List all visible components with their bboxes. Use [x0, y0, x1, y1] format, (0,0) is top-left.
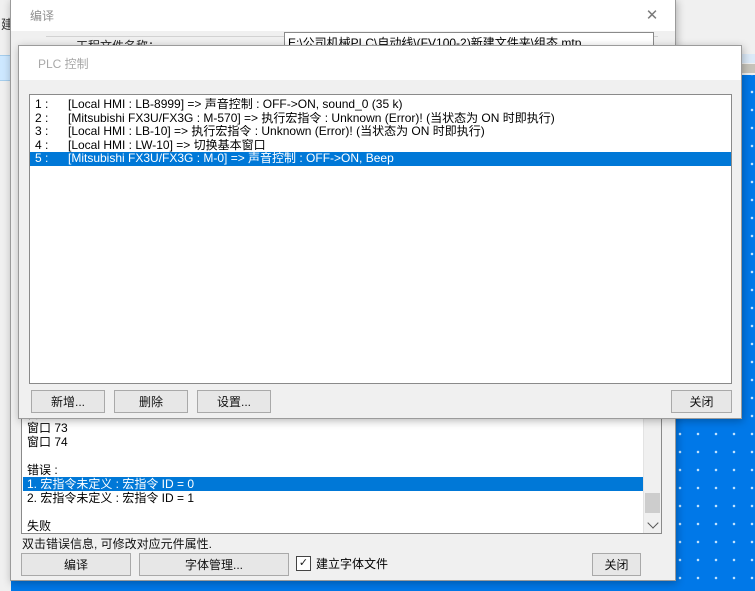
background-window-fragment [741, 64, 755, 73]
left-panel-selection [0, 55, 10, 81]
plc-dialog-titlebar[interactable]: PLC 控制 [19, 46, 741, 80]
plc-dialog-title: PLC 控制 [38, 55, 89, 72]
row-number: 1 : [30, 98, 59, 112]
build-font-file-checkbox-group: ✓ 建立字体文件 [296, 555, 388, 572]
output-line-error[interactable]: 2. 宏指令未定义 : 宏指令 ID = 1 [23, 491, 643, 505]
row-text: [Mitsubishi FX3U/FX3G : M-0] => 声音控制 : O… [59, 152, 731, 166]
row-text: [Local HMI : LB-10] => 执行宏指令 : Unknown (… [59, 125, 731, 139]
left-panel-text-fragment: 建 [1, 14, 10, 30]
compile-button[interactable]: 编译 [21, 553, 131, 576]
plc-control-dialog: PLC 控制 1 :[Local HMI : LB-8999] => 声音控制 … [18, 45, 742, 419]
output-line [23, 449, 643, 463]
row-text: [Mitsubishi FX3U/FX3G : M-570] => 执行宏指令 … [59, 112, 731, 126]
row-text: [Local HMI : LB-8999] => 声音控制 : OFF->ON,… [59, 98, 731, 112]
output-line[interactable]: 窗口 74 [23, 435, 643, 449]
plc-list-row[interactable]: 2 :[Mitsubishi FX3U/FX3G : M-570] => 执行宏… [30, 112, 731, 126]
vertical-scrollbar[interactable] [643, 406, 661, 533]
row-number: 5 : [30, 152, 59, 166]
compile-output-list[interactable]: 窗口 72 窗口 73 窗口 74 错误 : 1. 宏指令未定义 : 宏指令 I… [21, 405, 662, 534]
plc-list-row[interactable]: 4 :[Local HMI : LW-10] => 切换基本窗口 [30, 139, 731, 153]
output-line [23, 505, 643, 519]
row-number: 3 : [30, 125, 59, 139]
plc-close-button[interactable]: 关闭 [671, 390, 732, 413]
error-hint-text: 双击错误信息, 可修改对应元件属性. [22, 535, 212, 552]
left-panel-sliver: 建 [0, 0, 10, 591]
output-line[interactable]: 窗口 73 [23, 421, 643, 435]
compile-dialog-title: 编译 [30, 7, 54, 24]
compile-output-lines: 窗口 72 窗口 73 窗口 74 错误 : 1. 宏指令未定义 : 宏指令 I… [23, 407, 643, 533]
close-icon[interactable]: ✕ [635, 2, 669, 28]
scrollbar-down-button[interactable] [645, 517, 660, 533]
application-window: 建 编译 ✕ 工程文件名称： E:\公司机械PLC\自动线\(FV100-2)新… [0, 0, 755, 591]
settings-button[interactable]: 设置... [197, 390, 271, 413]
background-window-fragment [741, 54, 755, 63]
add-button[interactable]: 新增... [31, 390, 105, 413]
delete-button[interactable]: 删除 [114, 390, 188, 413]
plc-list-row[interactable]: 1 :[Local HMI : LB-8999] => 声音控制 : OFF->… [30, 98, 731, 112]
font-manage-button[interactable]: 字体管理... [139, 553, 289, 576]
chevron-down-icon [647, 517, 658, 528]
row-number: 2 : [30, 112, 59, 126]
compile-close-button[interactable]: 关闭 [592, 553, 641, 576]
plc-list-row[interactable]: 3 :[Local HMI : LB-10] => 执行宏指令 : Unknow… [30, 125, 731, 139]
scrollbar-thumb[interactable] [645, 493, 660, 513]
plc-list-row-selected[interactable]: 5 :[Mitsubishi FX3U/FX3G : M-0] => 声音控制 … [30, 152, 731, 166]
checkbox-checked-icon[interactable]: ✓ [296, 556, 311, 571]
output-line-error-selected[interactable]: 1. 宏指令未定义 : 宏指令 ID = 0 [23, 477, 643, 491]
output-line-failed: 失败 [23, 519, 643, 533]
output-line-errors-header: 错误 : [23, 463, 643, 477]
row-text: [Local HMI : LW-10] => 切换基本窗口 [59, 139, 731, 153]
checkbox-label: 建立字体文件 [316, 555, 388, 572]
compile-dialog-titlebar[interactable]: 编译 [11, 0, 675, 31]
plc-control-list[interactable]: 1 :[Local HMI : LB-8999] => 声音控制 : OFF->… [29, 94, 732, 384]
row-number: 4 : [30, 139, 59, 153]
